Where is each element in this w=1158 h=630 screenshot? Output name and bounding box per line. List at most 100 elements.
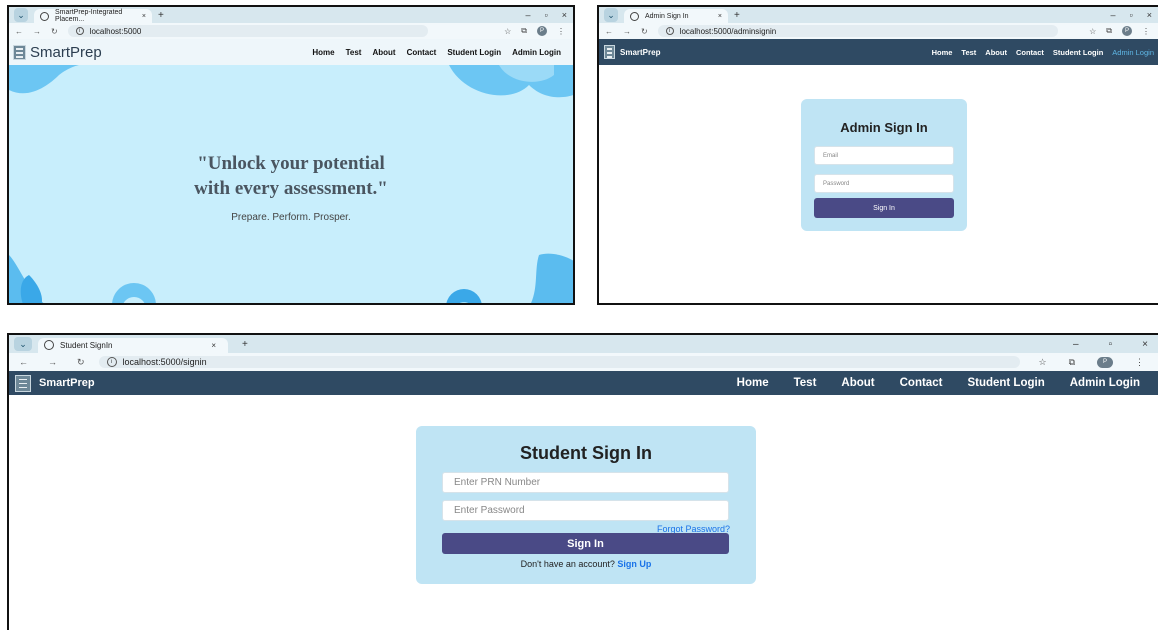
window-controls: – ▫ × <box>526 7 567 23</box>
quote-line-1: "Unlock your potential <box>197 153 385 174</box>
profile-avatar[interactable]: P <box>537 26 547 36</box>
signup-link[interactable]: Sign Up <box>617 559 651 569</box>
minimize-icon[interactable]: – <box>526 10 531 20</box>
minimize-icon[interactable]: – <box>1111 10 1116 20</box>
prn-field[interactable]: Enter PRN Number <box>442 472 729 493</box>
url-field[interactable]: i localhost:5000/adminsignin <box>657 25 1058 37</box>
back-icon[interactable]: ← <box>15 27 23 36</box>
nav-admin-login[interactable]: Admin Login <box>1070 377 1140 389</box>
extensions-icon[interactable]: ⧉ <box>1069 357 1075 368</box>
back-icon[interactable]: ← <box>19 357 28 368</box>
browser-tab[interactable]: Student SignIn × <box>38 337 228 353</box>
tab-title: SmartPrep-Integrated Placem... <box>55 9 123 24</box>
nav-test[interactable]: Test <box>961 48 976 57</box>
password-placeholder: Enter Password <box>454 505 525 516</box>
new-tab-icon[interactable]: + <box>158 10 164 21</box>
nav-student-login[interactable]: Student Login <box>1053 48 1103 57</box>
nav-home[interactable]: Home <box>312 48 334 57</box>
forward-icon[interactable]: → <box>48 357 57 368</box>
window-controls: – ▫ × <box>1073 335 1148 353</box>
tab-title: Student SignIn <box>60 340 113 350</box>
profile-avatar[interactable]: P <box>1122 26 1132 36</box>
nav-test[interactable]: Test <box>794 377 817 389</box>
tab-strip: ⌄ Student SignIn × + – ▫ × <box>9 335 1158 353</box>
extensions-icon[interactable]: ⧉ <box>1106 26 1112 36</box>
menu-kebab-icon[interactable]: ⋮ <box>557 27 565 36</box>
password-placeholder: Password <box>823 180 850 187</box>
signin-button[interactable]: Sign In <box>442 533 729 554</box>
bookmark-star-icon[interactable]: ☆ <box>504 27 511 36</box>
restore-icon[interactable]: ▫ <box>545 10 548 20</box>
url-field[interactable]: i localhost:5000/signin <box>98 355 1021 369</box>
nav-about[interactable]: About <box>372 48 395 57</box>
nav-home[interactable]: Home <box>737 377 769 389</box>
new-tab-icon[interactable]: + <box>242 339 248 350</box>
address-bar: ← → ↻ i localhost:5000/signin ☆ ⧉ P ⋮ <box>9 353 1158 371</box>
favicon-icon <box>44 340 54 351</box>
extensions-icon[interactable]: ⧉ <box>521 26 527 36</box>
nav-test[interactable]: Test <box>346 48 362 57</box>
nav-menu: Home Test About Contact Student Login Ad… <box>737 377 1140 389</box>
nav-menu: Home Test About Contact Student Login Ad… <box>312 48 561 57</box>
new-tab-icon[interactable]: + <box>734 10 740 21</box>
brand-name: SmartPrep <box>39 377 95 389</box>
brand-name: SmartPrep <box>620 47 661 57</box>
nav-about[interactable]: About <box>985 48 1007 57</box>
reload-icon[interactable]: ↻ <box>641 27 648 36</box>
nav-student-login[interactable]: Student Login <box>447 48 501 57</box>
email-field[interactable]: Email <box>814 146 954 165</box>
prn-placeholder: Enter PRN Number <box>454 477 541 488</box>
site-info-icon[interactable]: i <box>106 357 117 367</box>
site-navbar: SmartPrep Home Test About Contact Studen… <box>9 39 573 65</box>
close-window-icon[interactable]: × <box>1147 10 1152 20</box>
nav-admin-login[interactable]: Admin Login <box>512 48 561 57</box>
close-window-icon[interactable]: × <box>1142 339 1148 350</box>
forward-icon[interactable]: → <box>33 27 41 36</box>
signin-label: Sign In <box>567 537 604 550</box>
nav-home[interactable]: Home <box>932 48 953 57</box>
bookmark-star-icon[interactable]: ☆ <box>1038 357 1046 368</box>
browser-tab[interactable]: Admin Sign In × <box>624 9 728 23</box>
reload-icon[interactable]: ↻ <box>77 357 85 368</box>
tab-search-icon[interactable]: ⌄ <box>604 8 618 22</box>
brand[interactable]: SmartPrep <box>15 374 95 392</box>
nav-about[interactable]: About <box>841 377 874 389</box>
browser-tab[interactable]: SmartPrep-Integrated Placem... × <box>34 9 152 23</box>
nav-admin-login[interactable]: Admin Login <box>1112 48 1154 57</box>
site-info-icon[interactable]: i <box>75 27 84 35</box>
password-field[interactable]: Password <box>814 174 954 193</box>
close-tab-icon[interactable]: × <box>211 341 216 350</box>
menu-kebab-icon[interactable]: ⋮ <box>1142 27 1150 36</box>
brand-name: SmartPrep <box>30 43 102 61</box>
close-tab-icon[interactable]: × <box>718 13 722 20</box>
forward-icon[interactable]: → <box>623 27 631 36</box>
tab-title: Admin Sign In <box>645 12 689 20</box>
restore-icon[interactable]: ▫ <box>1130 10 1133 20</box>
brand[interactable]: SmartPrep <box>604 45 660 59</box>
site-info-icon[interactable]: i <box>665 27 674 35</box>
site-navbar: SmartPrep Home Test About Contact Studen… <box>9 371 1158 395</box>
nav-contact[interactable]: Contact <box>407 48 437 57</box>
back-icon[interactable]: ← <box>605 27 613 36</box>
signin-button[interactable]: Sign In <box>814 198 954 218</box>
restore-icon[interactable]: ▫ <box>1109 339 1113 350</box>
address-bar: ← → ↻ i localhost:5000 ☆ ⧉ P ⋮ <box>9 23 573 39</box>
brand[interactable]: SmartPrep <box>13 44 102 61</box>
nav-contact[interactable]: Contact <box>1016 48 1044 57</box>
nav-student-login[interactable]: Student Login <box>967 377 1044 389</box>
reload-icon[interactable]: ↻ <box>51 27 58 36</box>
close-window-icon[interactable]: × <box>562 10 567 20</box>
favicon-icon <box>630 11 639 21</box>
url-field[interactable]: i localhost:5000 <box>67 25 428 37</box>
nav-contact[interactable]: Contact <box>900 377 943 389</box>
password-field[interactable]: Enter Password <box>442 500 729 521</box>
profile-avatar[interactable]: P <box>1097 356 1113 368</box>
logo-icon <box>13 44 26 60</box>
menu-kebab-icon[interactable]: ⋮ <box>1135 357 1144 368</box>
tab-search-icon[interactable]: ⌄ <box>14 337 32 351</box>
bookmark-star-icon[interactable]: ☆ <box>1089 27 1096 36</box>
minimize-icon[interactable]: – <box>1073 339 1079 350</box>
close-tab-icon[interactable]: × <box>142 13 146 20</box>
tab-search-icon[interactable]: ⌄ <box>14 8 28 22</box>
signin-label: Sign In <box>873 204 895 212</box>
